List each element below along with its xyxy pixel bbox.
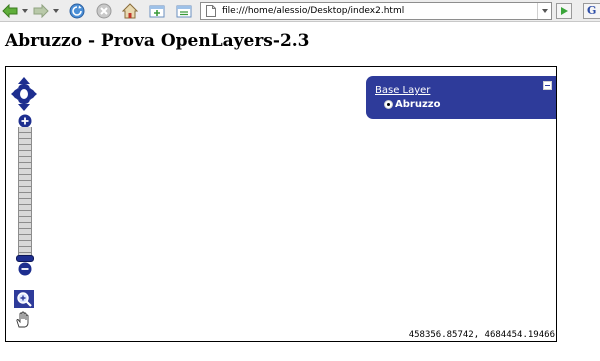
zoom-in-button[interactable]	[18, 114, 32, 128]
go-button[interactable]	[556, 3, 572, 19]
page-icon	[203, 3, 219, 19]
mouse-position-readout: 458356.85742, 4684454.19466	[408, 330, 555, 340]
url-history-dropdown[interactable]	[537, 3, 551, 19]
pan-down-button[interactable]	[18, 104, 30, 111]
url-text[interactable]: file:///home/alessio/Desktop/index2.html	[219, 6, 537, 16]
arrow-down-icon	[18, 104, 30, 111]
back-history-dropdown[interactable]	[21, 4, 29, 18]
search-engine-button[interactable]: G	[583, 3, 600, 19]
forward-arrow-icon	[33, 4, 49, 18]
page-title: Abruzzo - Prova OpenLayers-2.3	[5, 31, 310, 51]
zoom-out-button[interactable]	[18, 262, 32, 276]
base-layer-header: Base Layer	[375, 85, 431, 96]
pan-up-button[interactable]	[18, 77, 30, 84]
zoom-bar[interactable]	[18, 127, 32, 257]
new-tab-button[interactable]	[148, 2, 166, 20]
map-viewport[interactable]: Base Layer Abruzzo 458356.85742, 4684454…	[5, 66, 557, 342]
browser-toolbar: file:///home/alessio/Desktop/index2.html…	[0, 0, 600, 22]
layer-switcher-minimize-button[interactable]	[543, 81, 552, 90]
new-tab-icon	[149, 5, 165, 18]
back-button[interactable]	[1, 2, 19, 20]
stop-icon	[96, 3, 112, 19]
layer-option-abruzzo[interactable]: Abruzzo	[384, 99, 440, 110]
layer-label[interactable]: Abruzzo	[395, 99, 440, 110]
back-arrow-icon	[2, 4, 18, 18]
stop-button[interactable]	[95, 2, 113, 20]
arrow-up-icon	[18, 77, 30, 84]
magnifier-zoom-icon	[14, 290, 34, 308]
chevron-down-icon	[541, 9, 548, 13]
pan-zoom-control	[9, 75, 39, 276]
zoom-box-button[interactable]	[13, 289, 35, 309]
forward-history-dropdown[interactable]	[52, 4, 60, 18]
hand-pan-icon	[14, 311, 34, 329]
reload-button[interactable]	[68, 2, 86, 20]
tab-list-button[interactable]	[175, 2, 193, 20]
tab-list-icon	[176, 5, 192, 18]
url-bar[interactable]: file:///home/alessio/Desktop/index2.html	[200, 2, 552, 20]
forward-button[interactable]	[32, 2, 50, 20]
zoom-slider-handle[interactable]	[16, 255, 34, 262]
go-icon	[561, 7, 568, 15]
minimize-icon	[545, 85, 550, 86]
home-icon	[122, 3, 138, 19]
chevron-down-icon	[53, 9, 59, 13]
chevron-down-icon	[22, 9, 28, 13]
pan-tool-button[interactable]	[13, 310, 35, 330]
home-button[interactable]	[121, 2, 139, 20]
radio-selected-icon[interactable]	[384, 100, 393, 109]
layer-switcher: Base Layer Abruzzo	[366, 76, 556, 119]
reload-icon	[69, 3, 85, 19]
